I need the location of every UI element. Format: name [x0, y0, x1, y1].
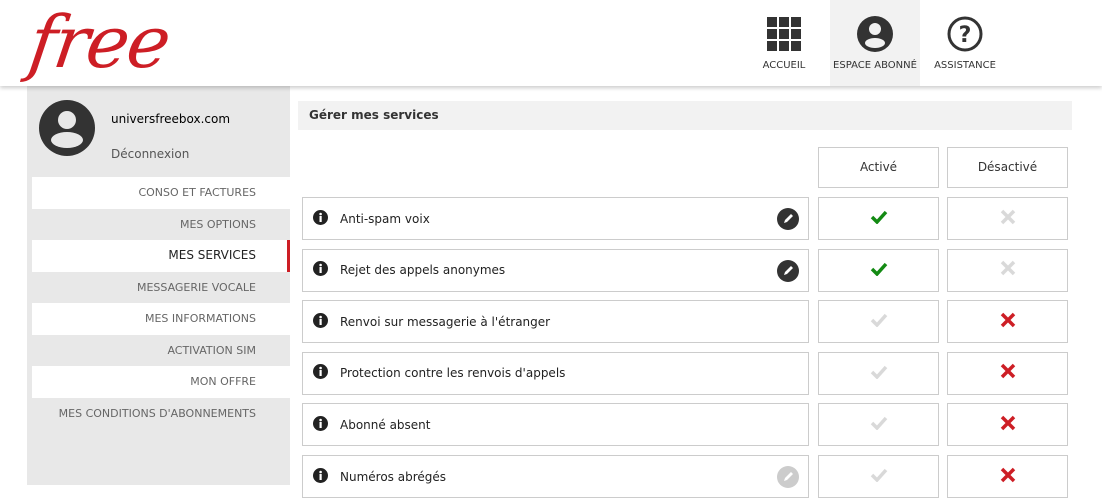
- deactivate-button[interactable]: [947, 403, 1068, 446]
- free-logo[interactable]: free: [24, 2, 174, 82]
- service-row: Anti-spam voix: [302, 197, 1068, 240]
- service-name-cell: Abonné absent: [302, 403, 809, 446]
- sidebar-menu: CONSO ET FACTURES MES OPTIONS MES SERVIC…: [32, 177, 290, 429]
- activate-button[interactable]: [818, 403, 939, 446]
- service-row: Abonné absent: [302, 403, 1068, 446]
- page-title: Gérer mes services: [298, 101, 1072, 130]
- edit-icon[interactable]: [777, 260, 799, 285]
- user-icon: [857, 16, 893, 52]
- nav-assistance[interactable]: ? ASSISTANCE: [930, 0, 1000, 86]
- service-name: Rejet des appels anonymes: [340, 263, 505, 277]
- help-icon: ?: [947, 16, 983, 52]
- deactivate-button[interactable]: [947, 197, 1068, 240]
- activate-button[interactable]: [818, 249, 939, 292]
- sidebar-item-conditions[interactable]: MES CONDITIONS D'ABONNEMENTS: [32, 398, 290, 430]
- info-icon[interactable]: [313, 313, 328, 331]
- sidebar-item-conso[interactable]: CONSO ET FACTURES: [32, 177, 290, 209]
- sidebar: universfreebox.com Déconnexion CONSO ET …: [27, 86, 290, 485]
- info-icon[interactable]: [313, 261, 328, 279]
- activate-button[interactable]: [818, 455, 939, 498]
- column-header-active: Activé: [818, 147, 939, 188]
- nav-espace-abonne[interactable]: ESPACE ABONNÉ: [830, 0, 920, 86]
- deactivate-button[interactable]: [947, 352, 1068, 395]
- service-name-cell: Rejet des appels anonymes: [302, 249, 809, 292]
- service-name-cell: Renvoi sur messagerie à l'étranger: [302, 300, 809, 343]
- service-row: Rejet des appels anonymes: [302, 249, 1068, 292]
- nav-label: ACCUEIL: [763, 60, 806, 71]
- activate-button[interactable]: [818, 352, 939, 395]
- service-name: Protection contre les renvois d'appels: [340, 366, 565, 380]
- header: free ACCUEIL ESPACE ABONNÉ ? ASSISTANCE: [0, 0, 1102, 86]
- svg-text:?: ?: [959, 23, 972, 48]
- avatar-icon: [39, 100, 95, 160]
- cross-icon: [1000, 312, 1016, 332]
- check-icon: [870, 415, 888, 434]
- info-icon[interactable]: [313, 364, 328, 382]
- nav-label: ASSISTANCE: [934, 60, 996, 71]
- check-icon: [870, 261, 888, 280]
- username: universfreebox.com: [111, 112, 230, 126]
- info-icon[interactable]: [313, 210, 328, 228]
- deactivate-button[interactable]: [947, 249, 1068, 292]
- sidebar-item-services[interactable]: MES SERVICES: [32, 240, 290, 272]
- deactivate-button[interactable]: [947, 300, 1068, 343]
- cross-icon: [1000, 467, 1016, 487]
- logout-link[interactable]: Déconnexion: [111, 147, 189, 161]
- check-icon: [870, 467, 888, 486]
- service-row: Renvoi sur messagerie à l'étranger: [302, 300, 1068, 343]
- grid-icon: [767, 16, 801, 52]
- nav-label: ESPACE ABONNÉ: [833, 60, 917, 71]
- cross-icon: [1000, 363, 1016, 383]
- service-name: Anti-spam voix: [340, 212, 430, 226]
- service-name-cell: Anti-spam voix: [302, 197, 809, 240]
- sidebar-item-messagerie[interactable]: MESSAGERIE VOCALE: [32, 272, 290, 304]
- service-name: Abonné absent: [340, 418, 431, 432]
- service-name-cell: Protection contre les renvois d'appels: [302, 352, 809, 395]
- info-icon[interactable]: [313, 416, 328, 434]
- service-row: Numéros abrégés: [302, 455, 1068, 498]
- sidebar-item-options[interactable]: MES OPTIONS: [32, 209, 290, 241]
- check-icon: [870, 364, 888, 383]
- column-header-inactive: Désactivé: [947, 147, 1068, 188]
- edit-icon[interactable]: [777, 208, 799, 233]
- sidebar-item-offre[interactable]: MON OFFRE: [32, 366, 290, 398]
- activate-button[interactable]: [818, 300, 939, 343]
- cross-icon: [1000, 415, 1016, 435]
- service-row: Protection contre les renvois d'appels: [302, 352, 1068, 395]
- service-name-cell: Numéros abrégés: [302, 455, 809, 498]
- check-icon: [870, 209, 888, 228]
- service-name: Numéros abrégés: [340, 470, 446, 484]
- activate-button[interactable]: [818, 197, 939, 240]
- deactivate-button[interactable]: [947, 455, 1068, 498]
- service-name: Renvoi sur messagerie à l'étranger: [340, 315, 550, 329]
- cross-icon: [1000, 260, 1016, 280]
- nav-accueil[interactable]: ACCUEIL: [754, 0, 814, 86]
- cross-icon: [1000, 209, 1016, 229]
- info-icon[interactable]: [313, 468, 328, 486]
- check-icon: [870, 312, 888, 331]
- sidebar-item-informations[interactable]: MES INFORMATIONS: [32, 303, 290, 335]
- sidebar-item-activation-sim[interactable]: ACTIVATION SIM: [32, 335, 290, 367]
- edit-icon[interactable]: [777, 466, 799, 491]
